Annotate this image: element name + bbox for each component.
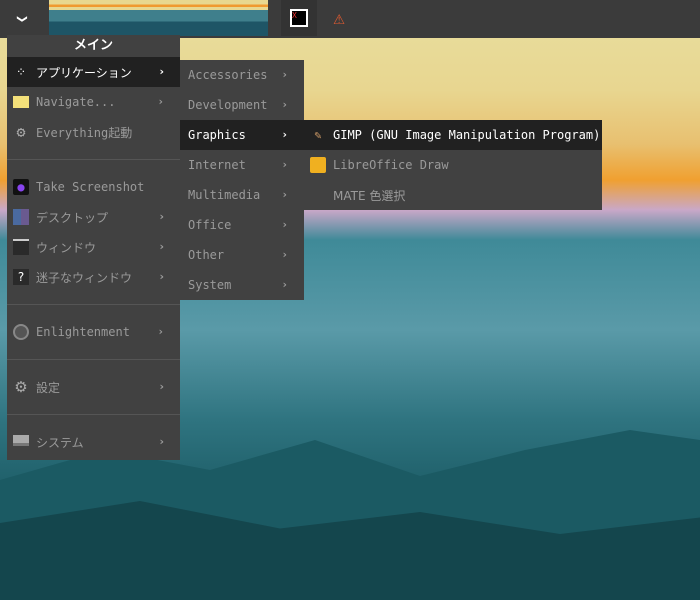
window-icon xyxy=(13,239,29,255)
chevron-right-icon: › xyxy=(281,278,288,291)
gimp-icon: ✎ xyxy=(314,128,322,142)
chevron-right-icon: › xyxy=(159,240,164,253)
desktop-icon xyxy=(13,209,29,225)
menu-item-applications[interactable]: ⁘ アプリケーション › xyxy=(7,57,180,87)
chevron-right-icon: › xyxy=(281,188,288,201)
menu-item-multimedia[interactable]: Multimedia › xyxy=(180,180,304,210)
separator xyxy=(7,347,180,372)
chevron-right-icon: › xyxy=(159,210,164,223)
chevron-right-icon: › xyxy=(157,95,164,108)
graphics-submenu: ✎ GIMP (GNU Image Manipulation Program) L… xyxy=(304,120,602,210)
menu-item-graphics[interactable]: Graphics › xyxy=(180,120,304,150)
menu-title: メイン xyxy=(73,38,113,53)
camera-icon: ● xyxy=(13,179,29,195)
chevron-right-icon: › xyxy=(157,325,164,338)
chevron-right-icon: › xyxy=(281,158,288,171)
menu-item-windows[interactable]: ウィンドウ › xyxy=(7,232,180,262)
chevron-right-icon: › xyxy=(159,270,164,283)
applications-submenu: Accessories › Development › Graphics › Inte… xyxy=(180,60,304,300)
warning-icon[interactable]: ⚠ xyxy=(328,8,350,28)
menu-item-settings[interactable]: ⚙ 設定 › xyxy=(7,372,180,402)
settings-icon: ⚙ xyxy=(14,378,28,396)
menu-item-system-apps[interactable]: System › xyxy=(180,270,304,300)
chevron-right-icon: › xyxy=(281,68,288,81)
menu-item-development[interactable]: Development › xyxy=(180,90,304,120)
separator xyxy=(7,147,180,172)
chevron-right-icon: › xyxy=(281,218,288,231)
chevron-right-icon: › xyxy=(159,435,164,448)
menu-item-navigate[interactable]: Navigate... › xyxy=(7,87,180,117)
menu-item-desktop[interactable]: デスクトップ › xyxy=(7,202,180,232)
chevron-right-icon: › xyxy=(281,98,288,111)
terminal-tray-icon[interactable]: X xyxy=(281,0,317,36)
menu-item-enlightenment[interactable]: Enlightenment › xyxy=(7,317,180,347)
lost-window-icon: ? xyxy=(13,269,29,285)
menu-item-office[interactable]: Office › xyxy=(180,210,304,240)
chevron-right-icon: › xyxy=(281,128,288,141)
chevron-right-icon: › xyxy=(159,65,164,78)
chevron-down-icon: ❯ xyxy=(14,14,31,24)
menu-item-screenshot[interactable]: ● Take Screenshot xyxy=(7,172,180,202)
gear-icon: ⚙ xyxy=(16,123,26,141)
chevron-right-icon: › xyxy=(281,248,288,261)
menu-item-lost-windows[interactable]: ? 迷子なウィンドウ › xyxy=(7,262,180,292)
desktop-pager[interactable] xyxy=(49,0,268,39)
menu-item-gimp[interactable]: ✎ GIMP (GNU Image Manipulation Program) xyxy=(304,120,602,150)
menu-item-libreoffice-draw[interactable]: LibreOffice Draw xyxy=(304,150,602,180)
separator xyxy=(7,292,180,317)
main-menu: メイン ⁘ アプリケーション › Navigate... › ⚙ Everything起… xyxy=(7,35,180,460)
folder-icon xyxy=(13,96,29,108)
menu-item-everything[interactable]: ⚙ Everything起動 xyxy=(7,117,180,147)
main-menu-button[interactable]: ❯ xyxy=(0,0,45,38)
menu-item-mate-color[interactable]: MATE 色選択 xyxy=(304,180,602,210)
menu-item-internet[interactable]: Internet › xyxy=(180,150,304,180)
computer-icon xyxy=(13,435,29,446)
libreoffice-draw-icon xyxy=(310,157,326,173)
enlightenment-icon xyxy=(13,324,29,340)
separator xyxy=(7,402,180,427)
chevron-right-icon: › xyxy=(159,380,164,393)
menu-item-accessories[interactable]: Accessories › xyxy=(180,60,304,90)
top-shelf: ❯ X ⚠ xyxy=(0,0,700,39)
applications-icon: ⁘ xyxy=(15,65,27,79)
terminal-icon: X xyxy=(290,9,308,27)
menu-item-other[interactable]: Other › xyxy=(180,240,304,270)
menu-item-system[interactable]: システム › xyxy=(7,427,180,457)
